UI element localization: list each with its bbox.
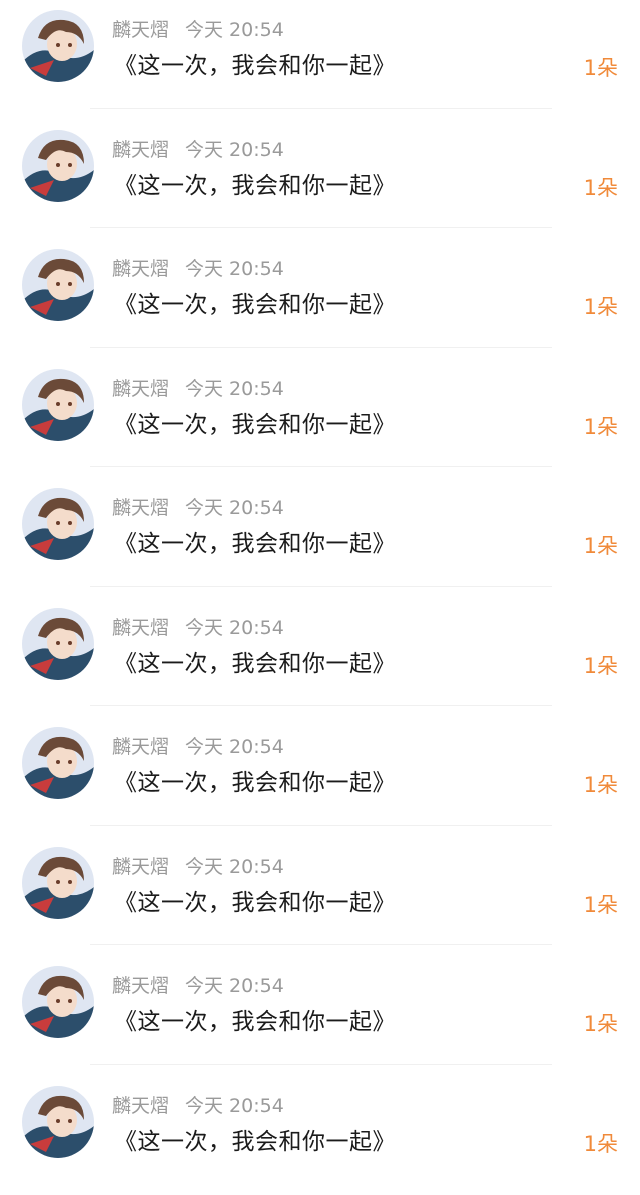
username[interactable]: 麟天熠	[112, 378, 169, 400]
comment-text: 《这一次，我会和你一起》	[114, 1125, 396, 1159]
timestamp: 今天 20:54	[185, 617, 284, 639]
comment-text: 《这一次，我会和你一起》	[114, 647, 396, 681]
comment-meta: 麟天熠今天 20:54	[112, 256, 284, 282]
comment-meta: 麟天熠今天 20:54	[112, 137, 284, 163]
divider	[90, 825, 552, 826]
avatar-icon[interactable]	[22, 488, 94, 560]
username[interactable]: 麟天熠	[112, 1095, 169, 1117]
comment-row: 麟天熠今天 20:54 《这一次，我会和你一起》 1朵	[0, 359, 640, 479]
comment-meta: 麟天熠今天 20:54	[112, 734, 284, 760]
comment-meta: 麟天熠今天 20:54	[112, 17, 284, 43]
comment-meta: 麟天熠今天 20:54	[112, 615, 284, 641]
comment-text: 《这一次，我会和你一起》	[114, 408, 396, 442]
flower-count: 1朵	[584, 171, 618, 205]
comment-text: 《这一次，我会和你一起》	[114, 527, 396, 561]
flower-count: 1朵	[584, 529, 618, 563]
comment-meta: 麟天熠今天 20:54	[112, 376, 284, 402]
flower-count: 1朵	[584, 649, 618, 683]
avatar-icon[interactable]	[22, 608, 94, 680]
username[interactable]: 麟天熠	[112, 617, 169, 639]
avatar-icon[interactable]	[22, 130, 94, 202]
timestamp: 今天 20:54	[185, 856, 284, 878]
avatar-icon[interactable]	[22, 369, 94, 441]
username[interactable]: 麟天熠	[112, 258, 169, 280]
comment-row: 麟天熠今天 20:54 《这一次，我会和你一起》 1朵	[0, 717, 640, 837]
divider	[90, 1064, 552, 1065]
divider	[90, 466, 552, 467]
timestamp: 今天 20:54	[185, 975, 284, 997]
username[interactable]: 麟天熠	[112, 736, 169, 758]
username[interactable]: 麟天熠	[112, 19, 169, 41]
divider	[90, 944, 552, 945]
comment-meta: 麟天熠今天 20:54	[112, 1093, 284, 1119]
comment-row: 麟天熠今天 20:54 《这一次，我会和你一起》 1朵	[0, 478, 640, 598]
comment-row: 麟天熠今天 20:54 《这一次，我会和你一起》 1朵	[0, 1076, 640, 1195]
divider	[90, 347, 552, 348]
timestamp: 今天 20:54	[185, 139, 284, 161]
timestamp: 今天 20:54	[185, 1095, 284, 1117]
flower-count: 1朵	[584, 51, 618, 85]
username[interactable]: 麟天熠	[112, 975, 169, 997]
comment-text: 《这一次，我会和你一起》	[114, 1005, 396, 1039]
comment-row: 麟天熠今天 20:54 《这一次，我会和你一起》 1朵	[0, 956, 640, 1076]
comment-row: 麟天熠今天 20:54 《这一次，我会和你一起》 1朵	[0, 120, 640, 240]
username[interactable]: 麟天熠	[112, 139, 169, 161]
timestamp: 今天 20:54	[185, 19, 284, 41]
divider	[90, 108, 552, 109]
flower-count: 1朵	[584, 768, 618, 802]
avatar-icon[interactable]	[22, 249, 94, 321]
avatar-icon[interactable]	[22, 727, 94, 799]
flower-count: 1朵	[584, 410, 618, 444]
comment-meta: 麟天熠今天 20:54	[112, 973, 284, 999]
comment-meta: 麟天熠今天 20:54	[112, 854, 284, 880]
username[interactable]: 麟天熠	[112, 497, 169, 519]
comment-text: 《这一次，我会和你一起》	[114, 886, 396, 920]
divider	[90, 227, 552, 228]
timestamp: 今天 20:54	[185, 736, 284, 758]
flower-count: 1朵	[584, 290, 618, 324]
avatar-icon[interactable]	[22, 10, 94, 82]
flower-count: 1朵	[584, 888, 618, 922]
comment-list: 麟天熠今天 20:54 《这一次，我会和你一起》 1朵 麟天熠今天 20:54 …	[0, 0, 640, 1175]
avatar-icon[interactable]	[22, 966, 94, 1038]
comment-text: 《这一次，我会和你一起》	[114, 288, 396, 322]
comment-row: 麟天熠今天 20:54 《这一次，我会和你一起》 1朵	[0, 239, 640, 359]
comment-text: 《这一次，我会和你一起》	[114, 169, 396, 203]
avatar-icon[interactable]	[22, 1086, 94, 1158]
comment-row: 麟天熠今天 20:54 《这一次，我会和你一起》 1朵	[0, 0, 640, 120]
comment-row: 麟天熠今天 20:54 《这一次，我会和你一起》 1朵	[0, 837, 640, 957]
divider	[90, 705, 552, 706]
comment-meta: 麟天熠今天 20:54	[112, 495, 284, 521]
username[interactable]: 麟天熠	[112, 856, 169, 878]
comment-text: 《这一次，我会和你一起》	[114, 766, 396, 800]
avatar-icon[interactable]	[22, 847, 94, 919]
timestamp: 今天 20:54	[185, 258, 284, 280]
timestamp: 今天 20:54	[185, 378, 284, 400]
timestamp: 今天 20:54	[185, 497, 284, 519]
comment-row: 麟天熠今天 20:54 《这一次，我会和你一起》 1朵	[0, 598, 640, 718]
flower-count: 1朵	[584, 1007, 618, 1041]
comment-text: 《这一次，我会和你一起》	[114, 49, 396, 83]
divider	[90, 586, 552, 587]
flower-count: 1朵	[584, 1127, 618, 1161]
